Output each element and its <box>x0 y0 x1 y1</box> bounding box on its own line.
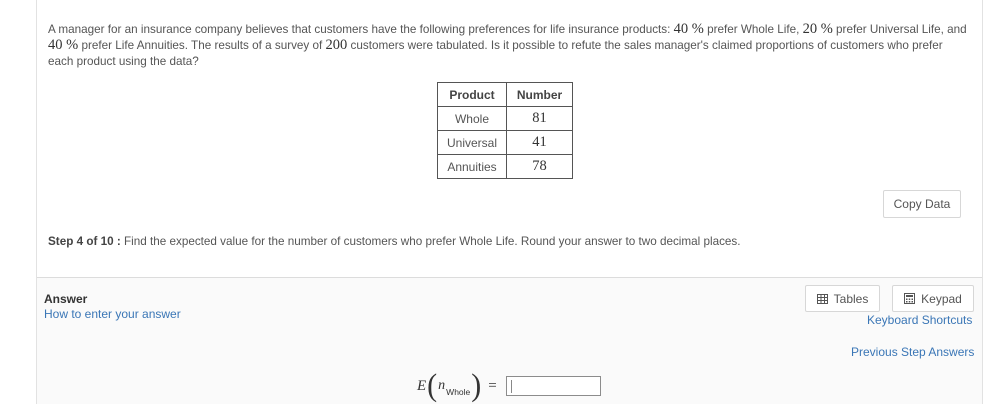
previous-step-answers-link[interactable]: Previous Step Answers <box>851 345 974 359</box>
column-header-product: Product <box>437 82 507 107</box>
question-text: A manager for an insurance company belie… <box>48 21 967 68</box>
step-instruction: Step 4 of 10 : Find the expected value f… <box>48 235 741 248</box>
how-to-enter-answer-link[interactable]: How to enter your answer <box>44 307 181 321</box>
table-grid-icon <box>816 293 828 304</box>
table-row: Universal 41 <box>437 130 573 155</box>
number-cell: 81 <box>506 106 573 131</box>
number-cell: 41 <box>506 130 573 155</box>
answer-expression: E ( n Whole ) = <box>417 368 601 404</box>
answer-title: Answer <box>44 292 88 306</box>
pct-universal: 20 % <box>802 21 833 37</box>
product-cell: Universal <box>437 130 507 155</box>
table-header-row: Product Number <box>437 82 573 107</box>
tables-button[interactable]: Tables <box>805 285 880 312</box>
calculator-icon <box>904 293 916 304</box>
product-cell: Whole <box>437 106 507 131</box>
keyboard-shortcuts-link[interactable]: Keyboard Shortcuts <box>867 313 972 327</box>
n-symbol: n <box>438 378 446 393</box>
survey-table: Product Number Whole 81 Universal 41 Ann… <box>437 82 573 179</box>
step-label: Step 4 of 10 : <box>48 235 121 248</box>
tables-button-label: Tables <box>833 291 869 306</box>
pct-annuities: 40 % <box>48 36 79 53</box>
keypad-button[interactable]: Keypad <box>892 285 974 312</box>
customer-count: 200 <box>325 36 348 53</box>
product-cell: Annuities <box>437 154 507 179</box>
pct-whole: 40 % <box>673 21 704 37</box>
answer-input[interactable] <box>505 376 601 396</box>
equals-sign: = <box>488 377 497 394</box>
copy-data-button[interactable]: Copy Data <box>883 190 961 218</box>
column-header-number: Number <box>506 82 573 107</box>
step-text: Find the expected value for the number o… <box>124 235 741 248</box>
text-caret <box>510 380 512 393</box>
open-paren: ( <box>427 368 438 403</box>
expected-value-symbol: E <box>417 377 427 394</box>
table-row: Whole 81 <box>437 106 573 131</box>
table-row: Annuities 78 <box>437 154 573 179</box>
subscript-whole: Whole <box>446 387 471 397</box>
number-cell: 78 <box>506 154 573 179</box>
close-paren: ) <box>471 368 482 403</box>
keypad-button-label: Keypad <box>921 291 962 306</box>
